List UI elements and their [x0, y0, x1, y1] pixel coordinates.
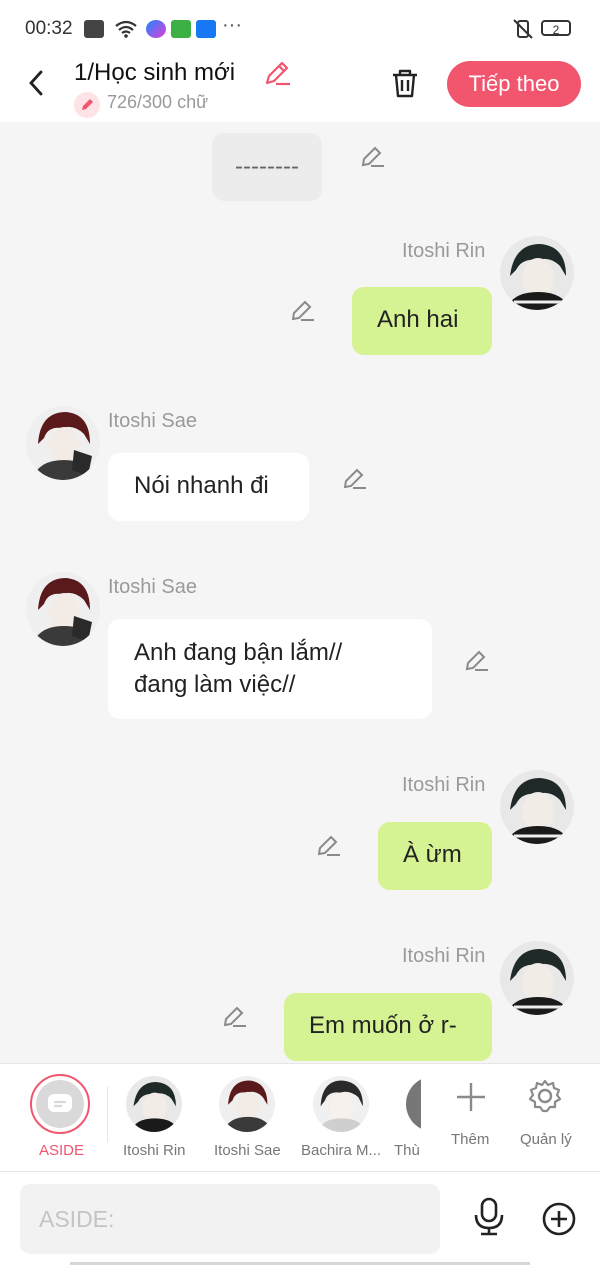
wifi-icon — [115, 20, 137, 38]
vibrate-off-icon — [513, 19, 533, 39]
chapter-title[interactable]: 1/Học sinh mới — [74, 59, 235, 87]
cast-divider — [107, 1086, 108, 1142]
edit-message-icon[interactable] — [315, 832, 341, 858]
sender-name: Itoshi Rin — [402, 240, 486, 262]
word-count-pencil-icon — [74, 92, 100, 118]
back-button[interactable] — [22, 68, 52, 98]
cast-label: Itoshi Sae — [214, 1142, 281, 1159]
aside-chat-icon — [48, 1094, 72, 1112]
battery-indicator: 2 — [541, 20, 571, 37]
app-notification-icon — [171, 20, 191, 38]
add-character-label[interactable]: Thêm — [451, 1131, 489, 1148]
cast-avatar-partial[interactable] — [406, 1076, 421, 1132]
message-bubble[interactable]: Em muốn ở r- — [284, 993, 492, 1061]
cast-aside-button[interactable] — [30, 1074, 90, 1134]
chat-area[interactable]: -------- Itoshi Rin Anh hai Itoshi Sae N… — [0, 122, 600, 1063]
avatar-itoshi-sae[interactable] — [26, 572, 100, 646]
sender-name: Itoshi Rin — [402, 945, 486, 967]
word-count: 726/300 chữ — [107, 92, 209, 112]
trash-icon[interactable] — [388, 66, 422, 100]
message-text-line: đang làm việc// — [134, 671, 296, 698]
message-bubble[interactable]: À ừm — [378, 822, 492, 890]
edit-message-icon[interactable] — [221, 1003, 247, 1029]
notification-close-icon — [84, 20, 104, 38]
status-time: 00:32 — [25, 18, 73, 39]
avatar-itoshi-rin[interactable] — [500, 770, 574, 844]
status-bar: 00:32 ··· 2 — [0, 0, 600, 58]
messenger-icon — [146, 20, 166, 38]
message-input[interactable] — [20, 1184, 440, 1254]
chapter-header: 1/Học sinh mới 726/300 chữ Tiếp theo — [0, 58, 600, 122]
sender-name: Itoshi Sae — [108, 576, 197, 598]
message-text: Em muốn ở r- — [309, 1012, 457, 1039]
avatar-itoshi-rin[interactable] — [500, 941, 574, 1015]
message-text: Anh hai — [377, 306, 459, 333]
more-notifications-icon: ··· — [222, 14, 242, 36]
message-text-line: Anh đang bận lắm// — [134, 639, 343, 666]
message-text: -------- — [235, 153, 299, 180]
add-circle-icon[interactable] — [541, 1201, 577, 1237]
avatar-itoshi-rin[interactable] — [500, 236, 574, 310]
message-bubble[interactable]: Anh đang bận lắm// đang làm việc// — [108, 619, 432, 719]
message-text: Nói nhanh đi — [134, 472, 269, 499]
nav-indicator — [70, 1262, 530, 1265]
next-button[interactable]: Tiếp theo — [447, 61, 581, 107]
edit-message-icon[interactable] — [463, 647, 489, 673]
edit-message-icon[interactable] — [341, 465, 367, 491]
aside-bubble[interactable]: -------- — [212, 133, 322, 201]
edit-title-icon[interactable] — [262, 58, 292, 88]
cast-label: Bachira M... — [301, 1142, 382, 1159]
sender-name: Itoshi Sae — [108, 410, 197, 432]
add-character-icon[interactable] — [454, 1080, 488, 1114]
cast-avatar-bachira[interactable] — [313, 1076, 369, 1132]
manage-label[interactable]: Quản lý — [520, 1131, 572, 1148]
facebook-icon — [196, 20, 216, 38]
message-text: À ừm — [403, 841, 462, 868]
cast-label-partial: Thù — [394, 1142, 421, 1159]
cast-aside-label: ASIDE — [39, 1142, 85, 1159]
edit-message-icon[interactable] — [289, 297, 315, 323]
cast-avatar-itoshi-sae[interactable] — [219, 1076, 275, 1132]
character-bar: ASIDE Itoshi Rin Itoshi Sae Bachira M...… — [0, 1063, 600, 1172]
sender-name: Itoshi Rin — [402, 774, 486, 796]
edit-message-icon[interactable] — [359, 143, 385, 169]
message-bubble[interactable]: Anh hai — [352, 287, 492, 355]
gear-icon[interactable] — [527, 1078, 563, 1114]
input-bar — [0, 1171, 600, 1268]
message-bubble[interactable]: Nói nhanh đi — [108, 453, 309, 521]
microphone-icon[interactable] — [471, 1197, 507, 1237]
cast-label: Thù — [394, 1142, 420, 1159]
cast-avatar-itoshi-rin[interactable] — [126, 1076, 182, 1132]
avatar-itoshi-sae[interactable] — [26, 406, 100, 480]
cast-label: Itoshi Rin — [123, 1142, 186, 1159]
